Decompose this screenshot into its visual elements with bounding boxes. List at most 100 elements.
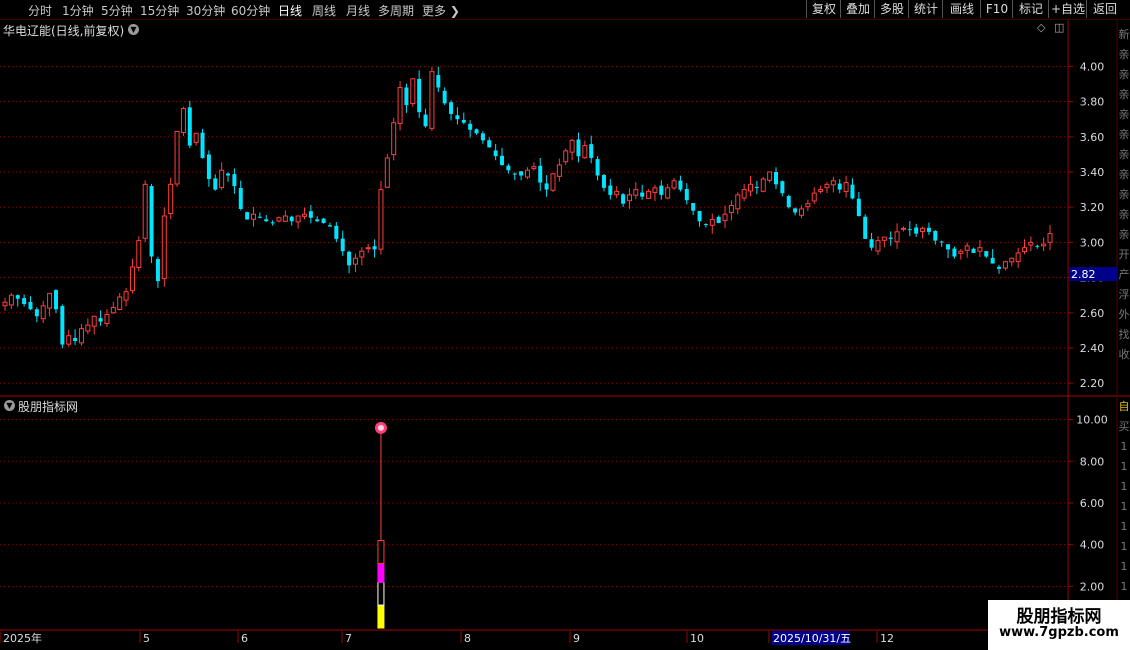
candle-body (850, 184, 855, 199)
candle-body (110, 307, 116, 314)
candle-body (276, 217, 282, 222)
side-panel-text: 亲 (1119, 167, 1130, 181)
candle-body (391, 122, 397, 156)
candle-body (289, 216, 294, 222)
candle-body (219, 169, 225, 189)
watermark-url: www.7gpzb.com (999, 625, 1119, 640)
candle-body (245, 212, 250, 220)
candle-body (174, 131, 180, 185)
candle-body (640, 192, 645, 197)
chevron-down-icon[interactable]: ▼ (128, 24, 139, 35)
indicator-title: 股朋指标网 (18, 400, 79, 414)
candle-body (659, 185, 664, 195)
candle-body (691, 203, 696, 211)
side-panel-text: 亲 (1119, 107, 1130, 121)
side-panel-text: 产 (1119, 267, 1130, 281)
candle-body (576, 139, 581, 157)
candle-body (15, 295, 20, 299)
candle-body (327, 225, 332, 227)
signal-bar-segment (377, 539, 385, 564)
candle-body (525, 169, 530, 178)
candle-body (709, 219, 715, 226)
candle-body (964, 245, 970, 251)
candle-body (340, 238, 345, 252)
candle-body (786, 196, 791, 208)
candle-body (952, 248, 957, 257)
indicator-collapse-icon[interactable]: ▼ (4, 400, 15, 411)
candle-body (78, 328, 84, 344)
side-panel-text: 亲 (1119, 47, 1130, 61)
candle-body (997, 266, 1002, 269)
candle-body (168, 183, 174, 214)
candle-body (805, 203, 811, 208)
candle-body (633, 189, 639, 196)
candle-body (149, 185, 154, 257)
candle-body (774, 172, 779, 185)
candle-body (793, 208, 798, 213)
candle-body (506, 165, 511, 171)
candle-body (767, 171, 773, 181)
candle-body (301, 213, 307, 217)
candle-body (971, 248, 976, 253)
candle-body (213, 178, 218, 190)
window-toggle-icon[interactable]: ◫ (1054, 21, 1064, 34)
diamond-icon[interactable]: ◇ (1037, 21, 1045, 34)
candle-body (232, 174, 237, 187)
candle-body (907, 229, 912, 231)
candle-body (760, 178, 766, 192)
candle-body (601, 175, 606, 188)
side-panel-text: 1 (1121, 480, 1128, 493)
candle-body (449, 102, 454, 114)
candle-body (2, 301, 8, 307)
candle-body (933, 230, 938, 241)
candle-body (614, 190, 620, 196)
candle-body (123, 291, 129, 301)
candle-body (538, 165, 543, 183)
candle-body (308, 211, 313, 218)
candle-body (741, 189, 747, 199)
date-label: 8 (464, 632, 471, 645)
candle-body (129, 266, 135, 292)
candle-body (187, 107, 192, 146)
candle-body (926, 227, 931, 232)
current-price-label: 2.82 (1071, 268, 1096, 281)
side-panel-text: 开 (1119, 248, 1130, 261)
candle-body (569, 139, 575, 153)
side-panel-text: 1 (1121, 500, 1128, 513)
candle-body (939, 241, 944, 243)
price-tick-label: 2.60 (1080, 307, 1105, 320)
candle-body (703, 224, 708, 226)
side-panel-text: 1 (1121, 440, 1128, 453)
side-panel-text: 新 (1119, 27, 1130, 41)
candle-body (474, 129, 479, 134)
chart-canvas[interactable]: 4.003.803.603.403.203.002.802.602.402.20… (0, 0, 1130, 650)
candle-body (722, 213, 728, 222)
candle-body (155, 259, 160, 282)
candle-body (136, 240, 142, 268)
side-panel-text: 收 (1119, 347, 1130, 361)
candle-body (678, 180, 683, 190)
candle-body (85, 324, 91, 332)
date-cursor-label: 2025/10/31/五 (773, 632, 851, 645)
stock-title: 华电辽能(日线,前复权) (3, 24, 125, 38)
candle-body (53, 290, 58, 310)
candle-body (519, 171, 524, 176)
candle-body (22, 298, 27, 304)
candle-body (894, 231, 900, 243)
candle-body (780, 181, 785, 194)
date-label: 10 (690, 632, 704, 645)
candle-body (875, 240, 881, 252)
candle-body (347, 251, 352, 266)
candle-body (798, 208, 804, 216)
candle-body (455, 115, 460, 120)
candle-body (946, 244, 951, 250)
candle-body (404, 87, 409, 106)
candle-body (487, 140, 492, 148)
candle-body (990, 257, 995, 264)
indicator-tick-label: 2.00 (1080, 580, 1105, 593)
candle-body (595, 159, 600, 176)
candle-body (410, 78, 416, 105)
candle-body (869, 239, 874, 248)
side-panel-text: 1 (1121, 520, 1128, 533)
date-label: 6 (241, 632, 248, 645)
